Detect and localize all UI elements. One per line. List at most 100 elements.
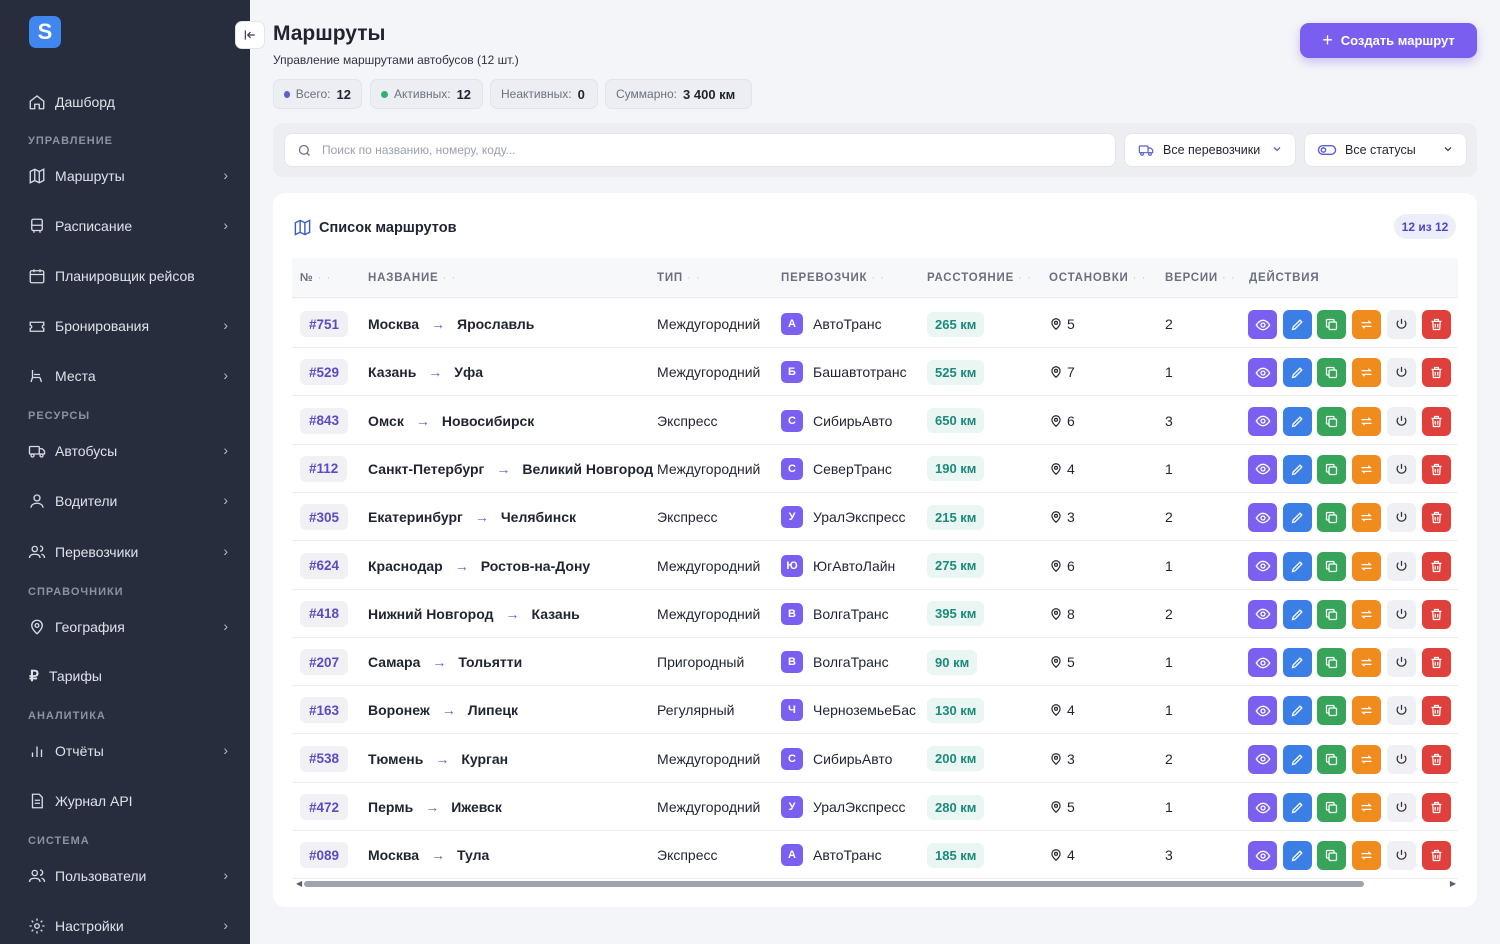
copy-button[interactable] xyxy=(1317,793,1347,822)
delete-button[interactable] xyxy=(1421,793,1451,822)
copy-button[interactable] xyxy=(1317,358,1347,388)
sidebar-item-buses[interactable]: Автобусы › xyxy=(28,439,238,463)
sidebar-item-drivers[interactable]: Водители › xyxy=(28,489,238,513)
create-route-button[interactable]: + Создать маршрут xyxy=(1300,23,1477,58)
carrier-filter-dropdown[interactable]: Все перевозчики xyxy=(1124,133,1296,167)
view-button[interactable] xyxy=(1248,599,1277,629)
delete-button[interactable] xyxy=(1421,648,1451,678)
copy-button[interactable] xyxy=(1317,406,1347,436)
toggle-active-button[interactable] xyxy=(1386,454,1416,484)
view-button[interactable] xyxy=(1248,310,1277,339)
column-header-stops[interactable]: ОСТАНОВКИ · · xyxy=(1049,272,1146,284)
swap-direction-button[interactable] xyxy=(1352,648,1382,678)
view-button[interactable] xyxy=(1248,551,1277,581)
route-name[interactable]: Омск → Новосибирск xyxy=(368,397,534,445)
toggle-active-button[interactable] xyxy=(1386,744,1416,774)
copy-button[interactable] xyxy=(1317,599,1347,629)
swap-direction-button[interactable] xyxy=(1352,599,1382,629)
edit-button[interactable] xyxy=(1282,599,1312,629)
route-name[interactable]: Пермь → Ижевск xyxy=(368,783,502,831)
delete-button[interactable] xyxy=(1421,454,1451,484)
delete-button[interactable] xyxy=(1421,841,1451,871)
delete-button[interactable] xyxy=(1421,696,1451,726)
swap-direction-button[interactable] xyxy=(1352,406,1382,436)
column-header-type[interactable]: ТИП · · xyxy=(657,272,701,284)
swap-direction-button[interactable] xyxy=(1352,358,1382,388)
edit-button[interactable] xyxy=(1282,841,1312,871)
table-row[interactable]: #751 Москва → Ярославль Междугородний А АвтоТр… xyxy=(292,300,1458,348)
route-name[interactable]: Екатеринбург → Челябинск xyxy=(368,493,576,541)
table-row[interactable]: #538 Тюмень → Курган Междугородний С СибирьАвт… xyxy=(292,735,1458,783)
copy-button[interactable] xyxy=(1317,648,1347,678)
table-row[interactable]: #305 Екатеринбург → Челябинск Экспресс У УралЭ… xyxy=(292,493,1458,542)
table-row[interactable]: #418 Нижний Новгород → Казань Междугородний В… xyxy=(292,590,1458,638)
column-header-carrier[interactable]: ПЕРЕВОЗЧИК · · xyxy=(781,272,885,284)
delete-button[interactable] xyxy=(1421,358,1451,388)
swap-direction-button[interactable] xyxy=(1352,503,1382,533)
table-row[interactable]: #624 Краснодар → Ростов-на-Дону Междугородни… xyxy=(292,542,1458,590)
toggle-active-button[interactable] xyxy=(1386,406,1416,436)
copy-button[interactable] xyxy=(1317,551,1347,581)
sidebar-item-users[interactable]: Пользователи › xyxy=(28,864,238,888)
view-button[interactable] xyxy=(1248,744,1277,774)
view-button[interactable] xyxy=(1248,841,1277,871)
route-name[interactable]: Краснодар → Ростов-на-Дону xyxy=(368,542,590,590)
route-name[interactable]: Казань → Уфа xyxy=(368,348,483,396)
toggle-active-button[interactable] xyxy=(1386,310,1416,339)
copy-button[interactable] xyxy=(1317,744,1347,774)
table-row[interactable]: #163 Воронеж → Липецк Регулярный Ч ЧерноземьеБ… xyxy=(292,686,1458,735)
horizontal-scrollbar[interactable]: ◀ ▶ xyxy=(296,879,1456,889)
view-button[interactable] xyxy=(1248,503,1277,533)
table-row[interactable]: #112 Санкт-Петербург → Великий Новгород Межд… xyxy=(292,445,1458,493)
column-header-distance[interactable]: РАССТОЯНИЕ · · xyxy=(927,272,1032,284)
sidebar-item-routes[interactable]: Маршруты › xyxy=(28,164,238,188)
toggle-active-button[interactable] xyxy=(1386,841,1416,871)
sidebar-item-dashboard[interactable]: Дашборд xyxy=(28,90,238,114)
delete-button[interactable] xyxy=(1421,406,1451,436)
copy-button[interactable] xyxy=(1317,696,1347,726)
edit-button[interactable] xyxy=(1282,551,1312,581)
table-row[interactable]: #843 Омск → Новосибирск Экспресс С СибирьАвто 6… xyxy=(292,397,1458,445)
edit-button[interactable] xyxy=(1282,503,1312,533)
table-row[interactable]: #089 Москва → Тула Экспресс А АвтоТранс 185 км 4… xyxy=(292,831,1458,880)
route-name[interactable]: Самара → Тольятти xyxy=(368,638,522,686)
toggle-active-button[interactable] xyxy=(1386,551,1416,581)
edit-button[interactable] xyxy=(1282,744,1312,774)
delete-button[interactable] xyxy=(1421,503,1451,533)
view-button[interactable] xyxy=(1248,793,1277,822)
sidebar-item-api-log[interactable]: Журнал API xyxy=(28,789,238,813)
copy-button[interactable] xyxy=(1317,503,1347,533)
copy-button[interactable] xyxy=(1317,841,1347,871)
toggle-active-button[interactable] xyxy=(1386,648,1416,678)
sidebar-item-trip-planner[interactable]: Планировщик рейсов xyxy=(28,264,238,288)
scroll-right-icon[interactable]: ▶ xyxy=(1450,879,1456,888)
sidebar-item-schedule[interactable]: Расписание › xyxy=(28,214,238,238)
route-name[interactable]: Москва → Ярославль xyxy=(368,300,534,348)
delete-button[interactable] xyxy=(1421,551,1451,581)
swap-direction-button[interactable] xyxy=(1352,454,1382,484)
sidebar-item-seats[interactable]: Места › xyxy=(28,364,238,388)
delete-button[interactable] xyxy=(1421,599,1451,629)
collapse-sidebar-button[interactable] xyxy=(235,21,265,49)
view-button[interactable] xyxy=(1248,406,1277,436)
sidebar-item-settings[interactable]: Настройки › xyxy=(28,914,238,938)
swap-direction-button[interactable] xyxy=(1352,310,1382,339)
edit-button[interactable] xyxy=(1282,793,1312,822)
delete-button[interactable] xyxy=(1421,744,1451,774)
sidebar-item-reports[interactable]: Отчёты › xyxy=(28,739,238,763)
route-name[interactable]: Москва → Тула xyxy=(368,831,489,879)
edit-button[interactable] xyxy=(1282,454,1312,484)
route-name[interactable]: Тюмень → Курган xyxy=(368,735,508,783)
swap-direction-button[interactable] xyxy=(1352,744,1382,774)
swap-direction-button[interactable] xyxy=(1352,696,1382,726)
swap-direction-button[interactable] xyxy=(1352,841,1382,871)
swap-direction-button[interactable] xyxy=(1352,793,1382,822)
search-input[interactable]: Поиск по названию, номеру, коду... xyxy=(284,133,1116,167)
sidebar-item-tariffs[interactable]: ₽ Тарифы xyxy=(28,664,238,688)
route-name[interactable]: Санкт-Петербург → Великий Новгород xyxy=(368,445,653,493)
table-row[interactable]: #529 Казань → Уфа Междугородний Б Башавтотранс… xyxy=(292,348,1458,397)
route-name[interactable]: Воронеж → Липецк xyxy=(368,686,518,734)
status-filter-dropdown[interactable]: Все статусы xyxy=(1304,133,1467,167)
column-header-name[interactable]: НАЗВАНИЕ · · xyxy=(368,272,456,284)
toggle-active-button[interactable] xyxy=(1386,696,1416,726)
